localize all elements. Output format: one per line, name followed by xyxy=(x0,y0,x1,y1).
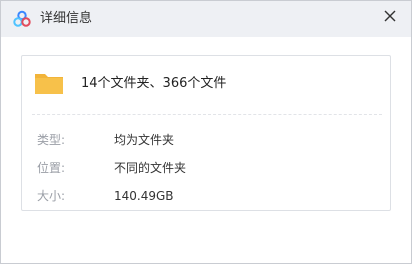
detail-value: 均为文件夹 xyxy=(114,133,175,147)
selection-summary: 14个文件夹、366个文件 xyxy=(81,76,227,91)
details-dialog: 详细信息 14个文件夹、366个文件 类型: 均为文件夹 位置: 不同的文件夹 … xyxy=(0,0,412,264)
detail-value: 140.49GB xyxy=(114,189,174,203)
window-title: 详细信息 xyxy=(40,11,93,26)
detail-row-location: 位置: 不同的文件夹 xyxy=(22,159,390,177)
detail-value: 不同的文件夹 xyxy=(114,161,187,175)
close-icon[interactable] xyxy=(379,5,401,27)
divider xyxy=(32,114,382,115)
titlebar: 详细信息 xyxy=(1,1,411,37)
detail-label: 类型: xyxy=(37,133,66,147)
detail-label: 位置: xyxy=(37,161,66,175)
folder-icon xyxy=(35,74,63,94)
detail-label: 大小: xyxy=(37,189,66,203)
cloud-logo-icon xyxy=(13,10,31,27)
detail-row-size: 大小: 140.49GB xyxy=(22,187,390,205)
details-panel: 14个文件夹、366个文件 类型: 均为文件夹 位置: 不同的文件夹 大小: 1… xyxy=(21,55,391,211)
detail-row-type: 类型: 均为文件夹 xyxy=(22,131,390,149)
